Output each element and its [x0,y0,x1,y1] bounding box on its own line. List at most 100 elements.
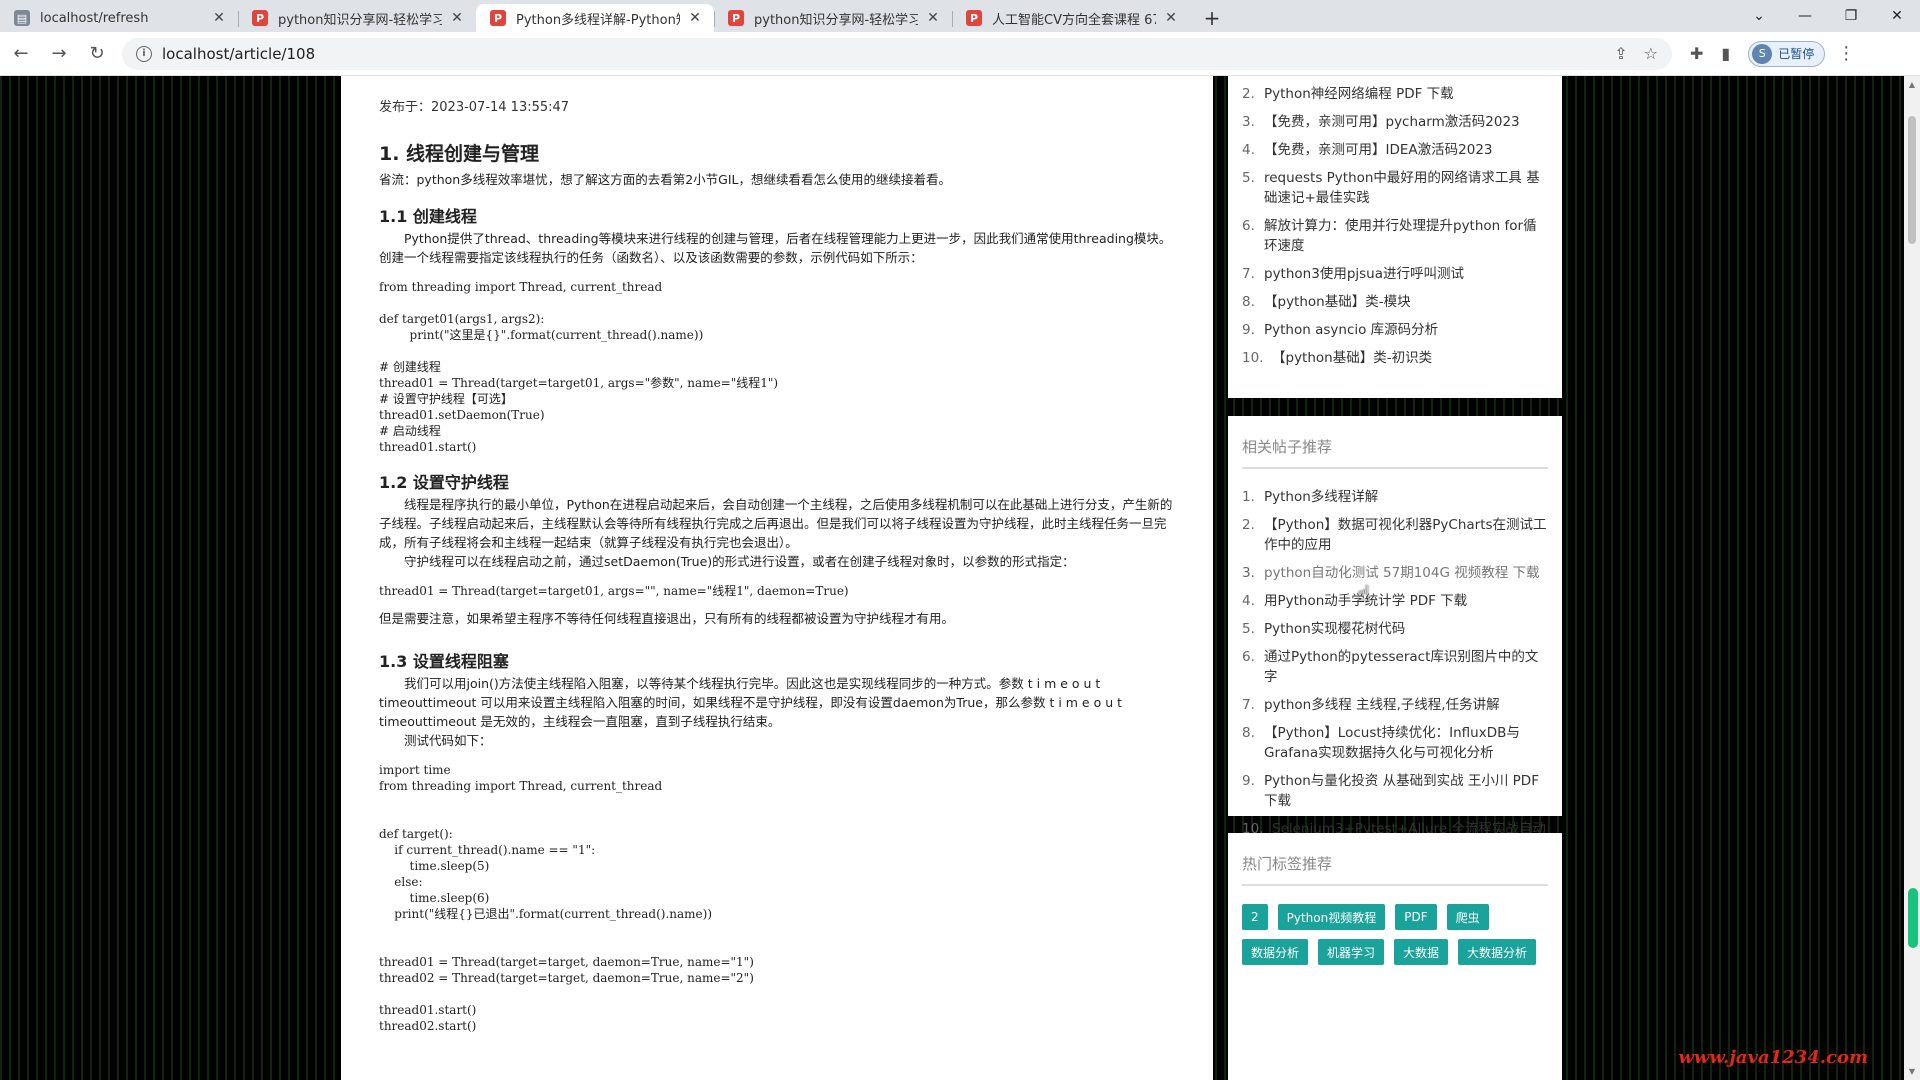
tab-title: localhost/refresh [40,10,149,26]
list-item[interactable]: 1. Python多线程详解 [1242,487,1548,507]
back-arrow-icon[interactable]: ← [4,37,38,71]
list-item-link[interactable]: 【python基础】类-模块 [1264,292,1548,312]
reload-icon[interactable]: ↻ [80,37,114,71]
list-item-link[interactable]: Python与量化投资 从基础到实战 王小川 PDF 下载 [1264,771,1548,811]
list-item-number: 9. [1242,773,1255,789]
list-item[interactable]: 2. 【Python】数据可视化利器PyCharts在测试工作中的应用 [1242,515,1548,555]
article-content: 发布于：2023-07-14 13:55:47 1. 线程创建与管理 省流：py… [341,76,1213,1080]
tag-chip[interactable]: 2 [1242,904,1268,930]
tab-search-icon[interactable]: ⌄ [1736,0,1782,32]
share-icon[interactable]: ⇪ [1614,44,1627,63]
scroll-down-icon[interactable]: ▼ [1904,1067,1920,1076]
minimize-icon[interactable]: — [1782,0,1828,32]
tag-chip[interactable]: Python视频教程 [1277,904,1386,930]
tab-title: Python多线程详解-Python知识分享网 [516,12,680,28]
list-item-link[interactable]: 解放计算力：使用并行处理提升python for循环速度 [1264,216,1548,256]
tag-chip[interactable]: PDF [1395,904,1437,930]
list-item-link[interactable]: python多线程 主线程,子线程,任务讲解 [1264,695,1548,715]
browser-toolbar: ← → ↻ i localhost/article/108 ⇪ ☆ ✚ ▮ S … [0,32,1920,76]
tag-chip[interactable]: 大数据分析 [1458,939,1537,965]
window-controls: ⌄ — ❐ ✕ [1736,0,1920,32]
code-block: import time from threading import Thread… [379,763,754,1033]
list-item[interactable]: 2. Python神经网络编程 PDF 下载 [1242,84,1548,104]
paragraph: 测试代码如下： [404,733,492,748]
list-item-number: 8. [1242,725,1255,741]
url-text[interactable]: localhost/article/108 [162,45,1598,63]
list-item-link[interactable]: 【python基础】类-初识类 [1272,348,1548,368]
restore-icon[interactable]: ❐ [1828,0,1874,32]
code-block: from threading import Thread, current_th… [379,280,779,454]
scrollbar-thumb[interactable] [1908,116,1916,244]
list-item-link[interactable]: 通过Python的pytesseract库识别图片中的文字 [1264,647,1548,687]
tab-ai-cv-course[interactable]: P 人工智能CV方向全套课程 67G 视频 ✕ [952,4,1190,32]
list-item-link[interactable]: python3使用pjsua进行呼叫测试 [1264,264,1548,284]
tab-title: python知识分享网-轻松学习python [754,12,918,28]
scroll-up-icon[interactable]: ▲ [1904,80,1920,89]
list-item[interactable]: 7. python3使用pjsua进行呼叫测试 [1242,264,1548,284]
list-item[interactable]: 4. 【免费，亲测可用】IDEA激活码2023 [1242,140,1548,160]
list-item[interactable]: 9. Python与量化投资 从基础到实战 王小川 PDF 下载 [1242,771,1548,811]
close-window-icon[interactable]: ✕ [1874,0,1920,32]
hot-tags-card: 热门标签推荐 2 Python视频教程 PDF 爬虫数据分析 机器学习 大数据 大数据分析 [1228,833,1562,1080]
list-item-link[interactable]: Python神经网络编程 PDF 下载 [1264,84,1548,104]
extensions-puzzle-icon[interactable]: ✚ [1690,44,1703,63]
paragraph: Python提供了thread、threading等模块来进行线程的创建与管理，… [379,231,1172,265]
list-item[interactable]: 10. 【python基础】类-初识类 [1242,348,1548,368]
close-icon[interactable]: ✕ [686,10,704,26]
list-item[interactable]: 9. Python asyncio 库源码分析 [1242,320,1548,340]
list-item-link[interactable]: 【Python】数据可视化利器PyCharts在测试工作中的应用 [1264,515,1548,555]
new-tab-button[interactable]: + [1196,4,1228,32]
address-bar[interactable]: i localhost/article/108 ⇪ ☆ [122,37,1672,70]
tab-python-share-2[interactable]: P python知识分享网-轻松学习python ✕ [714,4,952,32]
close-icon[interactable]: ✕ [448,10,466,26]
close-icon[interactable]: ✕ [1162,10,1180,26]
watermark: www.java1234.com [1678,1047,1868,1068]
list-item-link[interactable]: 【免费，亲测可用】pycharm激活码2023 [1264,112,1548,132]
list-item-link[interactable]: 【免费，亲测可用】IDEA激活码2023 [1264,140,1548,160]
scroll-indicator[interactable] [1908,888,1918,948]
list-item[interactable]: 5. Python实现樱花树代码 [1242,619,1548,639]
info-icon[interactable]: i [136,45,152,62]
related-posts-list: 1. Python多线程详解 2. 【Python】数据可视化利器PyCharts在测… [1242,487,1548,859]
tag-chip[interactable]: 机器学习 [1318,939,1385,965]
list-item-link[interactable]: 【Python】Locust持续优化：InfluxDB与Grafana实现数据持… [1264,723,1548,763]
forward-arrow-icon[interactable]: → [42,37,76,71]
site-favicon: P [966,10,982,26]
list-item[interactable]: 4. 用Python动手学统计学 PDF 下载 [1242,591,1548,611]
list-item-number: 7. [1242,266,1255,282]
list-item-link[interactable]: Python多线程详解 [1264,487,1548,507]
list-item[interactable]: 6. 通过Python的pytesseract库识别图片中的文字 [1242,647,1548,687]
related-posts-card: 相关帖子推荐 1. Python多线程详解 2. 【Python】数据可视化利器PyC… [1228,416,1562,857]
list-item[interactable]: 7. python多线程 主线程,子线程,任务讲解 [1242,695,1548,715]
card-title: 热门标签推荐 [1242,833,1548,886]
tag-chip[interactable]: 大数据 [1394,939,1449,965]
list-item[interactable]: 8. 【Python】Locust持续优化：InfluxDB与Grafana实现数… [1242,723,1548,763]
list-item-link[interactable]: python自动化测试 57期104G 视频教程 下载 [1264,563,1548,583]
tab-multithreading[interactable]: P Python多线程详解-Python知识分享网 ✕ [476,4,714,32]
list-item-link[interactable]: 用Python动手学统计学 PDF 下载 [1264,591,1548,611]
tag-chip[interactable]: 爬虫 [1446,904,1489,930]
list-item[interactable]: 3. python自动化测试 57期104G 视频教程 下载 [1242,563,1548,583]
list-item-link[interactable]: Python asyncio 库源码分析 [1264,320,1548,340]
tag-list: 2 Python视频教程 PDF 爬虫数据分析 机器学习 大数据 大数据分析 [1242,904,1548,974]
tab-refresh[interactable]: ▤ localhost/refresh ✕ [0,4,238,32]
more-menu-icon[interactable]: ⋮ [1837,43,1855,64]
list-item[interactable]: 8. 【python基础】类-模块 [1242,292,1548,312]
list-item[interactable]: 6. 解放计算力：使用并行处理提升python for循环速度 [1242,216,1548,256]
close-icon[interactable]: ✕ [924,10,942,26]
bookmark-star-icon[interactable]: ☆ [1644,44,1658,63]
paragraph: 守护线程可以在线程启动之前，通过setDaemon(True)的形式进行设置，或… [404,554,1075,569]
subsection-heading: 1.3 设置线程阻塞 [379,652,509,671]
side-panel-icon[interactable]: ▮ [1721,44,1730,63]
list-item-link[interactable]: Python实现樱花树代码 [1264,619,1548,639]
list-item[interactable]: 5. requests Python中最好用的网络请求工具 基础速记+最佳实践 [1242,168,1548,208]
tab-title: 人工智能CV方向全套课程 67G 视频 [992,12,1156,28]
tag-chip[interactable]: 数据分析 [1242,939,1309,965]
list-item[interactable]: 3. 【免费，亲测可用】pycharm激活码2023 [1242,112,1548,132]
avatar: S [1752,43,1773,64]
list-item-link[interactable]: requests Python中最好用的网络请求工具 基础速记+最佳实践 [1264,168,1548,208]
close-icon[interactable]: ✕ [210,10,228,26]
tab-python-share-1[interactable]: P python知识分享网-轻松学习python ✕ [238,4,476,32]
profile-button[interactable]: S 已暂停 [1748,40,1826,67]
page-viewport: 发布于：2023-07-14 13:55:47 1. 线程创建与管理 省流：py… [0,76,1904,1080]
